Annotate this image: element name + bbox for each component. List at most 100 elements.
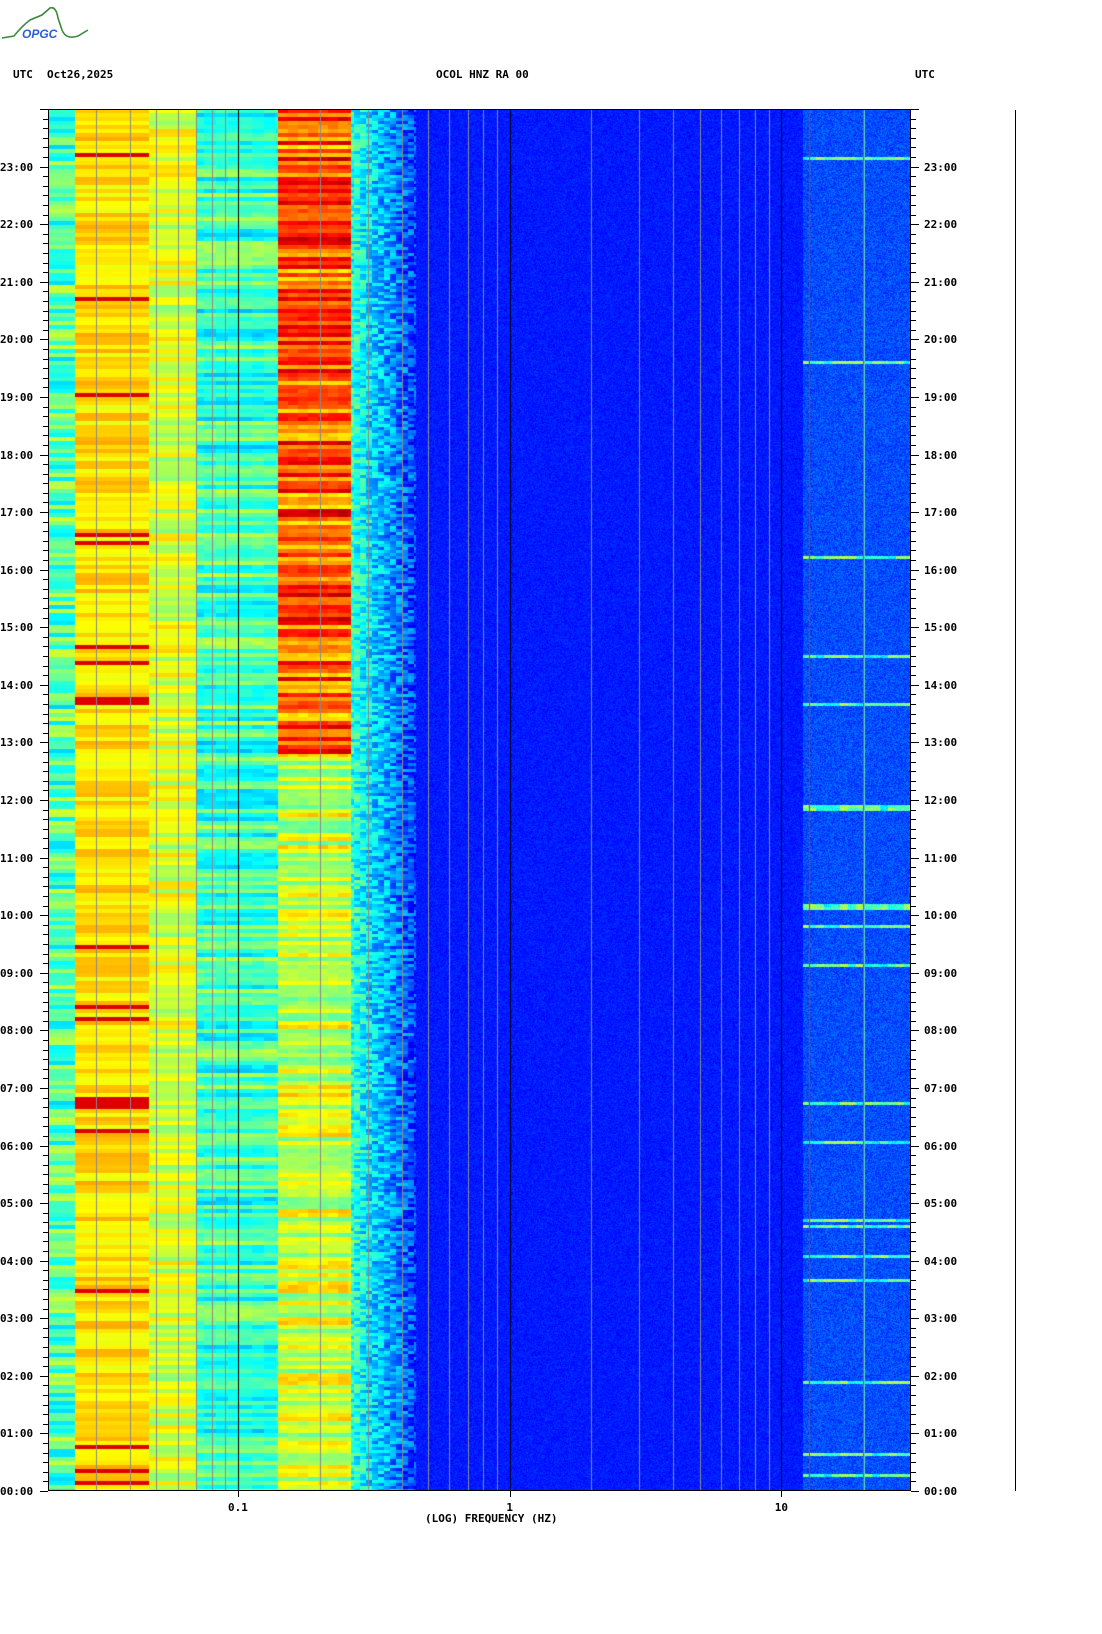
y-tick-label-right: 01:00 [924, 1427, 958, 1440]
y-tick-label-left: 18:00 [0, 449, 34, 462]
y-tick-left [43, 675, 48, 676]
y-tick-right [911, 992, 916, 993]
y-tick-right [911, 1376, 919, 1377]
y-tick-right [911, 1357, 916, 1358]
y-tick-label-left: 21:00 [0, 276, 34, 289]
y-tick-left [43, 291, 48, 292]
y-tick-right [911, 1213, 916, 1214]
y-tick-right [911, 1107, 916, 1108]
y-tick-right [911, 656, 916, 657]
y-tick-left [43, 1357, 48, 1358]
y-tick-left [43, 378, 48, 379]
y-tick-right [911, 1337, 916, 1338]
y-tick-right [911, 790, 916, 791]
y-tick-label-left: 08:00 [0, 1024, 34, 1037]
y-tick-right [911, 455, 919, 456]
y-tick-left [43, 886, 48, 887]
y-tick-right [911, 167, 919, 168]
y-tick-left [43, 1443, 48, 1444]
y-tick-left [43, 1453, 48, 1454]
y-tick-right [911, 733, 916, 734]
y-tick-label-left: 04:00 [0, 1255, 34, 1268]
y-tick-right [911, 1433, 919, 1434]
y-tick-right [911, 800, 919, 801]
y-tick-left [43, 1424, 48, 1425]
y-tick-left [43, 1414, 48, 1415]
y-tick-label-left: 23:00 [0, 161, 34, 174]
y-tick-left [43, 1462, 48, 1463]
y-tick-right [911, 1126, 916, 1127]
y-tick-right [911, 195, 916, 196]
y-tick-right [911, 119, 916, 120]
y-tick-right [911, 1251, 916, 1252]
y-tick-left [43, 522, 48, 523]
y-tick-right [911, 646, 916, 647]
y-tick-left [43, 1299, 48, 1300]
y-tick-label-right: 03:00 [924, 1312, 958, 1325]
y-tick-left [43, 263, 48, 264]
y-tick-left [40, 1318, 48, 1319]
y-tick-right [911, 1414, 916, 1415]
y-tick-left [43, 426, 48, 427]
y-tick-right [911, 1040, 916, 1041]
y-tick-right [911, 579, 916, 580]
y-tick-left [43, 234, 48, 235]
y-tick-label-right: 12:00 [924, 794, 958, 807]
y-tick-left [43, 1078, 48, 1079]
y-tick-right [911, 531, 916, 532]
y-tick-right [911, 598, 916, 599]
y-tick-right [911, 1050, 916, 1051]
y-tick-right [911, 1136, 916, 1137]
spectrogram-plot [48, 109, 911, 1491]
y-tick-right [911, 263, 916, 264]
y-tick-left [40, 455, 48, 456]
y-tick-right [911, 906, 916, 907]
y-tick-label-left: 16:00 [0, 564, 34, 577]
y-tick-left [43, 589, 48, 590]
y-tick-right [911, 291, 916, 292]
y-tick-right [911, 435, 916, 436]
y-tick-left [43, 1165, 48, 1166]
y-tick-label-right: 19:00 [924, 391, 958, 404]
spectrogram-page: OPGC UTC Oct26,2025 OCOL HNZ RA 00 UTC 0… [0, 0, 1102, 1634]
x-tick-label: 10 [774, 1501, 788, 1514]
y-tick-right [911, 282, 919, 283]
y-tick-right [911, 666, 916, 667]
y-tick-left [43, 1251, 48, 1252]
y-tick-left [43, 1184, 48, 1185]
y-tick-left [43, 1309, 48, 1310]
y-tick-label-right: 14:00 [924, 679, 958, 692]
y-tick-right [911, 877, 916, 878]
y-tick-right [911, 1462, 916, 1463]
y-tick-right [911, 502, 916, 503]
y-tick-left [43, 253, 48, 254]
y-tick-left [43, 925, 48, 926]
y-tick-right [911, 1318, 919, 1319]
y-tick-left [43, 608, 48, 609]
y-tick-right [911, 224, 919, 225]
y-tick-left [40, 915, 48, 916]
y-tick-left [43, 531, 48, 532]
y-tick-left [43, 1232, 48, 1233]
y-tick-right [911, 186, 916, 187]
y-tick-left [43, 349, 48, 350]
y-tick-left [43, 320, 48, 321]
y-tick-right [911, 522, 916, 523]
y-tick-right [911, 128, 916, 129]
y-tick-left [43, 1011, 48, 1012]
y-tick-label-left: 10:00 [0, 909, 34, 922]
y-tick-right [911, 1443, 916, 1444]
y-tick-label-left: 02:00 [0, 1370, 34, 1383]
y-tick-left [43, 963, 48, 964]
y-tick-right [911, 915, 919, 916]
y-tick-left [40, 1491, 48, 1492]
y-tick-left [43, 877, 48, 878]
y-tick-right [911, 426, 916, 427]
y-tick-right [911, 1424, 916, 1425]
y-tick-right [911, 963, 916, 964]
y-tick-right [911, 215, 916, 216]
y-tick-right [911, 781, 916, 782]
y-tick-left [43, 1481, 48, 1482]
y-tick-right [911, 1174, 916, 1175]
y-tick-right [911, 704, 916, 705]
